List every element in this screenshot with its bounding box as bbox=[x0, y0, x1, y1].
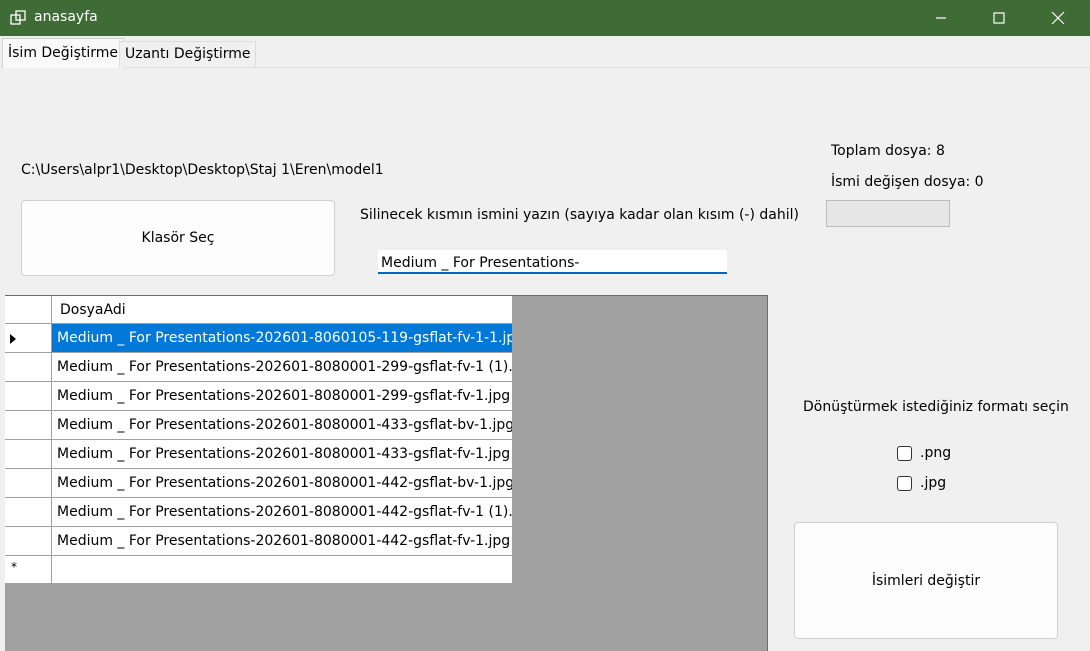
jpg-checkbox[interactable] bbox=[897, 475, 912, 491]
total-files-label: Toplam dosya: 8 bbox=[831, 143, 945, 159]
app-icon bbox=[10, 10, 26, 26]
title-bar: anasayfa bbox=[0, 0, 1090, 36]
folder-path-label: C:\Users\alpr1\Desktop\Desktop\Staj 1\Er… bbox=[21, 162, 384, 178]
close-button[interactable] bbox=[1035, 0, 1081, 36]
minimize-button[interactable] bbox=[918, 0, 964, 36]
tab-strip: İsim Değiştirme Uzantı Değiştirme bbox=[0, 36, 1090, 68]
new-row-marker[interactable]: * bbox=[5, 556, 52, 584]
row-header[interactable] bbox=[5, 469, 52, 498]
table-row[interactable]: Medium _ For Presentations-202601-808000… bbox=[52, 469, 513, 498]
row-header[interactable] bbox=[5, 498, 52, 527]
progress-bar bbox=[826, 200, 950, 227]
png-checkbox[interactable] bbox=[897, 445, 912, 461]
current-row-arrow-icon bbox=[10, 334, 16, 344]
column-header-dosyaadi[interactable]: DosyaAdi bbox=[52, 296, 513, 324]
window-title: anasayfa bbox=[34, 9, 98, 25]
maximize-icon bbox=[993, 12, 1005, 24]
table-row[interactable]: Medium _ For Presentations-202601-806010… bbox=[52, 324, 513, 353]
delete-prompt-label: Silinecek kısmın ismini yazın (sayıya ka… bbox=[360, 207, 799, 223]
row-header[interactable] bbox=[5, 411, 52, 440]
jpg-option[interactable]: .jpg bbox=[897, 475, 946, 491]
select-folder-button[interactable]: Klasör Seç bbox=[21, 200, 335, 276]
row-header[interactable] bbox=[5, 353, 52, 382]
table-row[interactable]: Medium _ For Presentations-202601-808000… bbox=[52, 440, 513, 469]
png-option[interactable]: .png bbox=[897, 445, 951, 461]
format-prompt-label: Dönüştürmek istediğiniz formatı seçin bbox=[803, 399, 1069, 415]
row-header[interactable] bbox=[5, 324, 52, 353]
renamed-files-label: İsmi değişen dosya: 0 bbox=[831, 174, 984, 190]
row-header[interactable] bbox=[5, 382, 52, 411]
table-row[interactable]: Medium _ For Presentations-202601-808000… bbox=[52, 382, 513, 411]
table-row[interactable]: Medium _ For Presentations-202601-808000… bbox=[52, 411, 513, 440]
table-row[interactable]: Medium _ For Presentations-202601-808000… bbox=[52, 498, 513, 527]
close-icon bbox=[1051, 11, 1065, 25]
maximize-button[interactable] bbox=[976, 0, 1022, 36]
table-row[interactable]: Medium _ For Presentations-202601-808000… bbox=[52, 353, 513, 382]
delete-part-input[interactable] bbox=[378, 250, 727, 274]
file-grid[interactable]: DosyaAdi Medium _ For Presentations-2026… bbox=[5, 295, 768, 651]
grid-corner bbox=[5, 296, 52, 324]
tab-rename[interactable]: İsim Değiştirme bbox=[2, 38, 125, 68]
row-header[interactable] bbox=[5, 440, 52, 469]
table-row[interactable]: Medium _ For Presentations-202601-808000… bbox=[52, 527, 513, 556]
rename-files-button[interactable]: İsimleri değiştir bbox=[794, 522, 1058, 639]
jpg-label[interactable]: .jpg bbox=[920, 475, 946, 491]
png-label[interactable]: .png bbox=[920, 445, 951, 461]
tab-extension[interactable]: Uzantı Değiştirme bbox=[119, 41, 257, 67]
new-row-cell[interactable] bbox=[52, 556, 513, 584]
minimize-icon bbox=[936, 17, 946, 19]
row-header[interactable] bbox=[5, 527, 52, 556]
